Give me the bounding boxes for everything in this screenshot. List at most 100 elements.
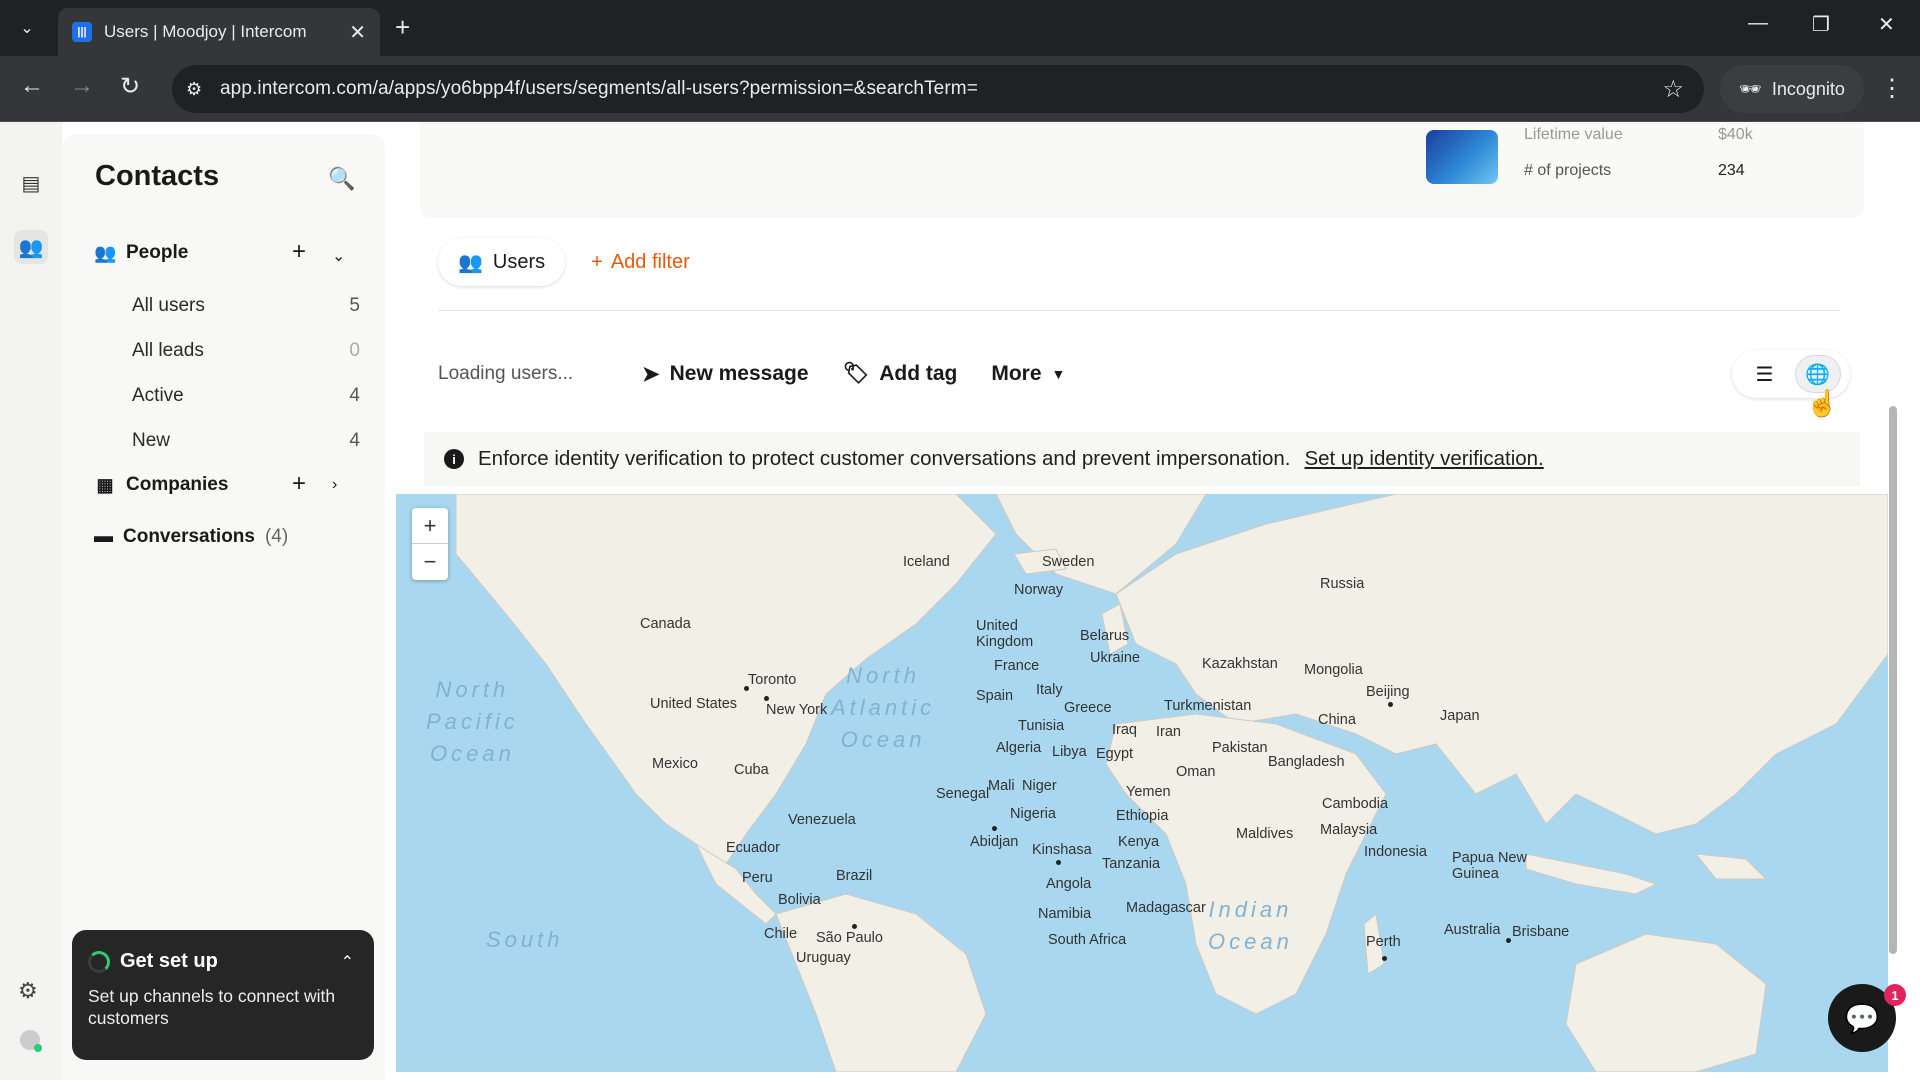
add-tag-label: Add tag [879, 362, 958, 385]
main-content: Lifetime value $40k # of projects 234 👥 … [396, 122, 1896, 1080]
forward-icon[interactable]: → [70, 72, 94, 100]
app-rail: ▤ 👥 ⚙ [0, 122, 62, 1080]
people-section[interactable]: 👥 People [94, 242, 188, 264]
chevron-down-icon[interactable]: ⌄ [332, 246, 345, 266]
contacts-icon[interactable]: 👥 [14, 230, 48, 264]
map-label: Maldives [1236, 826, 1294, 842]
city-marker [852, 924, 857, 929]
minimize-icon[interactable]: — [1748, 12, 1768, 35]
map-label: Yemen [1126, 784, 1171, 800]
plus-icon: + [591, 250, 603, 273]
map-label: Iraq [1112, 722, 1137, 738]
inbox-icon[interactable]: ▤ [14, 166, 48, 200]
get-set-up-card[interactable]: Get set up ⌃ Set up channels to connect … [72, 930, 374, 1060]
map-label: Papua New Guinea [1452, 850, 1527, 882]
search-icon[interactable]: 🔍 [328, 166, 355, 192]
sidebar-item-new[interactable]: New 4 [132, 430, 360, 452]
city-marker [1388, 702, 1393, 707]
conversations-section[interactable]: ▬ Conversations (4) [94, 526, 288, 548]
map-label: Ethiopia [1116, 808, 1169, 824]
map-zoom-controls: + − [412, 508, 448, 580]
restore-icon[interactable]: ❐ [1812, 12, 1830, 37]
page-scrollbar[interactable] [1886, 140, 1900, 1060]
building-icon: ▦ [96, 474, 114, 495]
address-bar[interactable]: ⚙ app.intercom.com/a/apps/yo6bpp4f/users… [172, 65, 1704, 113]
map-label: Venezuela [788, 812, 856, 828]
city-marker [764, 696, 769, 701]
window-close-icon[interactable]: ✕ [1878, 12, 1895, 37]
map-label: South Africa [1048, 932, 1127, 948]
map-label: Cuba [734, 762, 769, 778]
zoom-in-button[interactable]: + [412, 508, 448, 544]
chat-icon: 💬 [1844, 1002, 1880, 1034]
users-world-map[interactable]: + − North Pacific Ocean North Atlantic O… [396, 494, 1888, 1072]
companies-label: Companies [126, 474, 229, 495]
incognito-indicator[interactable]: 🕶 Incognito [1720, 65, 1864, 113]
filter-bar: 👥 Users + Add filter [438, 238, 690, 286]
notification-badge: 1 [1884, 984, 1906, 1006]
browser-menu-icon[interactable]: ⋮ [1880, 74, 1904, 103]
site-settings-icon[interactable]: ⚙ [186, 79, 220, 100]
tab-search-dropdown[interactable]: ⌄ [8, 10, 46, 46]
loading-status: Loading users... [438, 363, 574, 384]
settings-gear-icon[interactable]: ⚙ [18, 978, 38, 1004]
companies-section[interactable]: ▦ Companies [94, 474, 228, 496]
map-label: Mali [988, 778, 1015, 794]
sidebar-item-label: All users [132, 295, 205, 316]
people-icon: 👥 [458, 251, 483, 274]
add-filter-button[interactable]: + Add filter [591, 251, 690, 274]
send-icon: ➤ [642, 362, 660, 386]
back-icon[interactable]: ← [20, 72, 44, 100]
sidebar-item-all-leads[interactable]: All leads 0 [132, 340, 360, 362]
add-company-button[interactable]: + [292, 470, 306, 498]
projects-value: 234 [1718, 162, 1745, 179]
add-people-button[interactable]: + [292, 238, 306, 266]
lifetime-value-label: Lifetime value [1524, 126, 1623, 143]
sidebar-item-label: New [132, 430, 171, 451]
chevron-right-icon[interactable]: › [332, 476, 337, 494]
url-text: app.intercom.com/a/apps/yo6bpp4f/users/s… [220, 78, 978, 99]
summary-illustration [1426, 130, 1498, 184]
scrollbar-thumb[interactable] [1889, 406, 1897, 954]
bookmark-star-icon[interactable]: ☆ [1662, 75, 1684, 104]
conversation-icon: ▬ [94, 526, 113, 547]
banner-text: Enforce identity verification to protect… [478, 447, 1291, 470]
users-pill-label: Users [492, 250, 546, 273]
ocean-label: Indian Ocean [1208, 897, 1293, 954]
users-filter-pill[interactable]: 👥 Users [438, 238, 566, 286]
chevron-up-icon[interactable]: ⌃ [341, 952, 354, 972]
map-label: Libya [1052, 744, 1087, 760]
map-label: Bangladesh [1268, 754, 1345, 770]
reload-icon[interactable]: ↻ [120, 72, 140, 101]
ocean-label: South [486, 927, 564, 952]
map-label: Senegal [936, 786, 990, 802]
map-label: Kazakhstan [1202, 656, 1278, 672]
sidebar-item-count: 5 [349, 295, 360, 316]
map-label: Nigeria [1010, 806, 1056, 822]
tab-close-icon[interactable]: ✕ [349, 20, 366, 45]
add-filter-label: Add filter [610, 250, 690, 273]
sidebar-item-active[interactable]: Active 4 [132, 385, 360, 407]
add-tag-button[interactable]: 🏷 Add tag [829, 352, 972, 396]
map-label: Mongolia [1304, 662, 1363, 678]
new-tab-button[interactable]: + [395, 12, 410, 43]
intercom-favicon-icon: ||| [72, 22, 92, 42]
zoom-out-button[interactable]: − [412, 544, 448, 580]
map-label: Bolivia [778, 892, 821, 908]
map-label: Peru [742, 870, 773, 886]
user-avatar[interactable] [20, 1030, 42, 1052]
more-dropdown[interactable]: More ▼ [977, 352, 1079, 396]
map-label: Ukraine [1090, 650, 1140, 666]
identity-verification-link[interactable]: Set up identity verification. [1304, 447, 1543, 471]
sidebar-item-all-users[interactable]: All users 5 [132, 295, 360, 317]
new-message-button[interactable]: ➤ New message [628, 352, 823, 396]
contacts-sidebar: Contacts 🔍 👥 People + ⌄ All users 5 All … [62, 134, 385, 1080]
incognito-label: Incognito [1771, 78, 1845, 99]
ocean-label: North Pacific Ocean [426, 677, 519, 766]
map-label: Namibia [1038, 906, 1092, 922]
browser-tab-active[interactable]: ||| Users | Moodjoy | Intercom ✕ [58, 8, 380, 56]
list-view-icon[interactable]: ☰ [1742, 355, 1788, 393]
info-icon: i [444, 449, 464, 469]
city-marker [1056, 860, 1061, 865]
map-label: Brazil [836, 868, 873, 884]
